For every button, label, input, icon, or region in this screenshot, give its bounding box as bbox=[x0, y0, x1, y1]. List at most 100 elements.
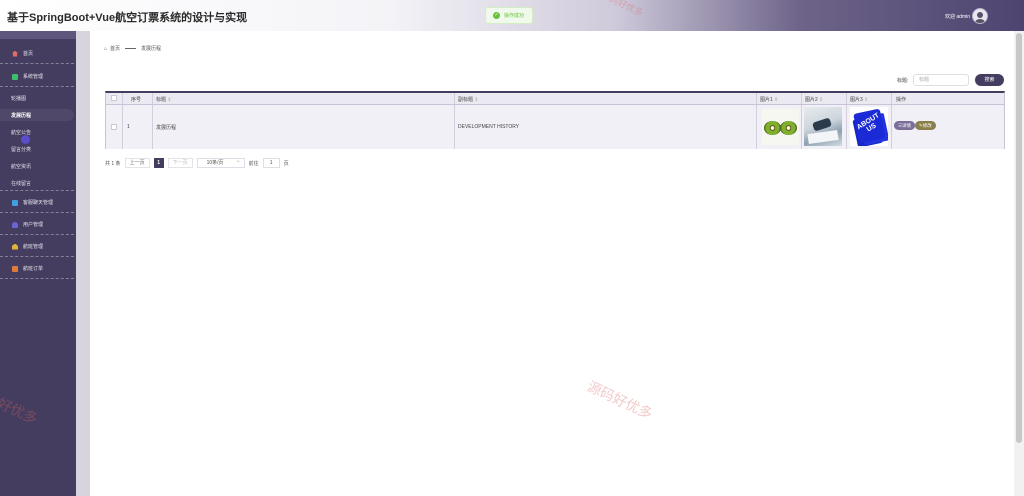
sidebar-sub-item-notice[interactable]: 航空公告 bbox=[0, 126, 74, 138]
kiwi-image[interactable] bbox=[762, 109, 799, 145]
sidebar-item-flights[interactable]: 航班管理 bbox=[0, 237, 74, 257]
sidebar-sub-item-message-category[interactable]: 留言分类 bbox=[0, 143, 74, 155]
goto-label: 前往 bbox=[248, 160, 259, 167]
row-subtitle: DEVELOPMENT HISTORY bbox=[458, 124, 520, 130]
sidebar-item-label: 航空公告 bbox=[11, 129, 32, 136]
row-index: 1 bbox=[127, 124, 130, 130]
sidebar-item-label: 轮播图 bbox=[11, 95, 27, 102]
chat-icon bbox=[12, 199, 18, 206]
pagination-total: 共 1 条 bbox=[105, 160, 121, 167]
page-number-current[interactable]: 1 bbox=[153, 158, 164, 168]
search-label: 标题: bbox=[897, 78, 909, 84]
kiwi-slice bbox=[764, 121, 781, 135]
sidebar-item-label: 航班订单 bbox=[23, 266, 44, 272]
header-title: 标题 bbox=[156, 97, 167, 103]
kiwi-slice bbox=[780, 121, 797, 135]
scrollbar-thumb[interactable] bbox=[1016, 33, 1022, 443]
header-actions: 操作 bbox=[896, 97, 907, 103]
sidebar-sub-item-carousel[interactable]: 轮播图 bbox=[0, 92, 74, 104]
sidebar-item-users[interactable]: 用户管理 bbox=[0, 215, 74, 235]
sidebar-item-label: 系统管理 bbox=[23, 74, 44, 80]
header-image1-cell[interactable]: 图片1 ⇕ bbox=[757, 93, 802, 104]
flight-icon bbox=[12, 243, 18, 250]
sidebar-item-home[interactable]: 首页 bbox=[0, 44, 74, 64]
edit-button[interactable]: ✎修改 bbox=[915, 121, 936, 130]
sort-icon[interactable]: ⇕ bbox=[474, 97, 478, 103]
data-table: 序号 标题 ⇕ 副标题 ⇕ 图片1 ⇕ 图片2 ⇕ 图片3 ⇕ 操作 1 发展历… bbox=[105, 91, 1005, 149]
sort-icon[interactable]: ⇕ bbox=[167, 97, 171, 103]
toast-message: 操作成功 bbox=[504, 13, 525, 19]
header-index-cell: 序号 bbox=[123, 93, 153, 104]
sidebar-sub-item-history[interactable]: 发展历程 bbox=[0, 109, 74, 121]
sidebar-item-system[interactable]: 系统管理 bbox=[0, 67, 74, 87]
home-icon bbox=[12, 50, 18, 57]
table-row[interactable]: 1 发展历程 DEVELOPMENT HISTORY ABOUT US ☰详情 … bbox=[106, 105, 1004, 149]
header-index: 序号 bbox=[131, 97, 142, 103]
success-toast: ✓ 操作成功 bbox=[485, 7, 534, 24]
detail-button[interactable]: ☰详情 bbox=[894, 121, 916, 130]
next-page-button[interactable]: 下一页 bbox=[167, 158, 193, 168]
sidebar-item-label: 航班管理 bbox=[23, 244, 44, 250]
sidebar-item-label: 航空资讯 bbox=[11, 163, 32, 170]
breadcrumb-home[interactable]: 首页 bbox=[110, 45, 120, 52]
about-us-text: ABOUT US bbox=[855, 112, 881, 134]
prev-page-button[interactable]: 上一页 bbox=[124, 158, 150, 168]
header-image3-cell[interactable]: 图片3 ⇕ bbox=[847, 93, 892, 104]
sidebar-item-label: 客服聊天管理 bbox=[23, 200, 54, 206]
header-subtitle-cell[interactable]: 副标题 ⇕ bbox=[455, 93, 757, 104]
sidebar-sub-item-news[interactable]: 航空资讯 bbox=[0, 160, 74, 172]
sort-icon[interactable]: ⇕ bbox=[819, 97, 823, 103]
top-header: 基于SpringBoot+Vue航空订票系统的设计与实现 ✓ 操作成功 欢迎 a… bbox=[0, 0, 1024, 31]
header-image2: 图片2 bbox=[805, 97, 818, 103]
search-input[interactable]: 标题 bbox=[913, 74, 969, 86]
row-subtitle-cell: DEVELOPMENT HISTORY bbox=[455, 105, 757, 149]
sidebar-item-label: 首页 bbox=[23, 51, 34, 57]
photo-hand bbox=[812, 117, 832, 132]
photo-paper bbox=[807, 129, 839, 145]
breadcrumb: ⌂ 首页 发展历程 bbox=[104, 45, 162, 53]
puzzle-piece: ABOUT US bbox=[853, 108, 886, 144]
sidebar-item-orders[interactable]: 航班订单 bbox=[0, 259, 74, 279]
page-size-select[interactable]: 10条/页 bbox=[196, 157, 245, 168]
row-title-cell: 发展历程 bbox=[153, 105, 455, 149]
page-scrollbar[interactable] bbox=[1014, 31, 1024, 496]
row-index-cell: 1 bbox=[123, 105, 153, 149]
table-header: 序号 标题 ⇕ 副标题 ⇕ 图片1 ⇕ 图片2 ⇕ 图片3 ⇕ 操作 bbox=[106, 93, 1004, 105]
row-select-cell bbox=[106, 105, 123, 149]
header-image3: 图片3 bbox=[850, 97, 863, 103]
header-image2-cell[interactable]: 图片2 ⇕ bbox=[802, 93, 847, 104]
sort-icon[interactable]: ⇕ bbox=[774, 97, 778, 103]
sidebar-item-label: 留言分类 bbox=[11, 146, 32, 153]
sidebar-item-label: 发展历程 bbox=[11, 112, 32, 119]
sidebar-edge bbox=[76, 31, 90, 496]
sidebar-item-label: 用户管理 bbox=[23, 222, 44, 228]
search-button[interactable]: 搜索 bbox=[975, 74, 1004, 86]
sidebar-item-chat[interactable]: 客服聊天管理 bbox=[0, 193, 74, 213]
header-actions-cell: 操作 bbox=[892, 93, 1004, 104]
pagination: 共 1 条 上一页 1 下一页 10条/页 前往 1 页 bbox=[105, 157, 289, 168]
breadcrumb-separator bbox=[125, 48, 137, 49]
app-title: 基于SpringBoot+Vue航空订票系统的设计与实现 bbox=[7, 12, 248, 24]
sort-icon[interactable]: ⇕ bbox=[864, 97, 868, 103]
avatar[interactable] bbox=[972, 8, 988, 24]
system-icon bbox=[12, 73, 18, 80]
goto-page-input[interactable]: 1 bbox=[262, 158, 280, 168]
breadcrumb-current: 发展历程 bbox=[141, 46, 162, 52]
about-us-image[interactable]: ABOUT US bbox=[850, 107, 888, 146]
detail-button-label: 详情 bbox=[902, 123, 912, 128]
user-icon bbox=[12, 221, 18, 228]
row-checkbox[interactable] bbox=[111, 124, 117, 130]
business-photo-image[interactable] bbox=[804, 107, 842, 146]
header-title-cell[interactable]: 标题 ⇕ bbox=[153, 93, 455, 104]
edit-button-label: 修改 bbox=[922, 123, 932, 128]
check-circle-icon: ✓ bbox=[493, 12, 500, 19]
select-all-checkbox[interactable] bbox=[111, 95, 117, 101]
home-icon[interactable]: ⌂ bbox=[104, 46, 107, 52]
row-title: 发展历程 bbox=[156, 125, 177, 131]
header-subtitle: 副标题 bbox=[458, 97, 474, 103]
header-select-cell bbox=[106, 93, 123, 104]
page-suffix: 页 bbox=[283, 160, 289, 167]
order-icon bbox=[12, 265, 18, 272]
sidebar-divider bbox=[0, 174, 74, 191]
welcome-text: 欢迎 admin bbox=[945, 14, 971, 20]
